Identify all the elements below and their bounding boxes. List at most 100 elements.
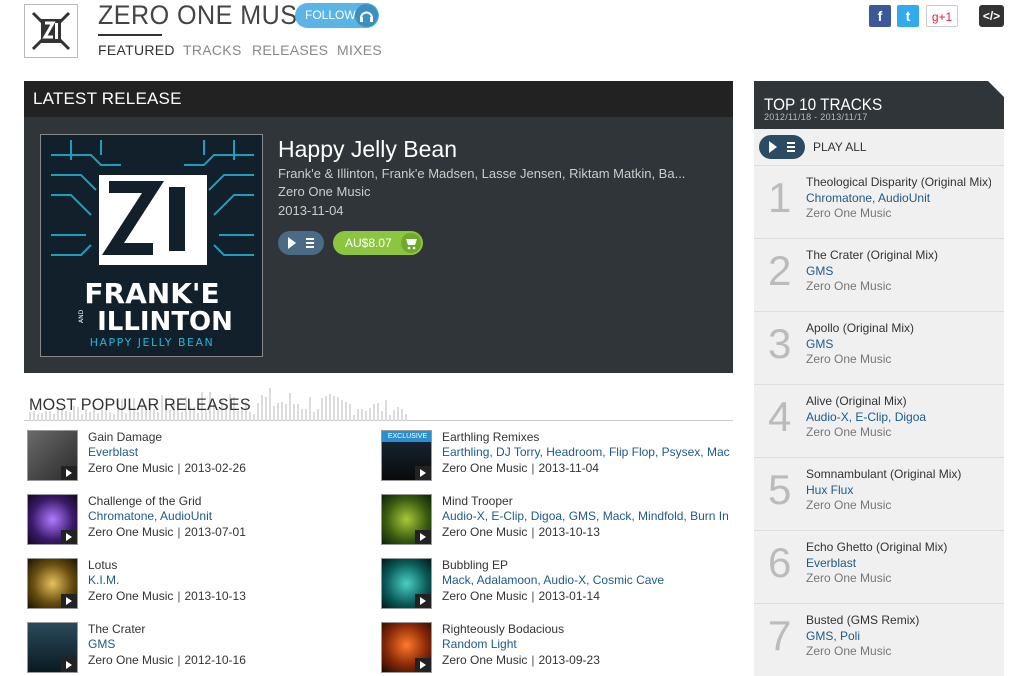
release-title[interactable]: Challenge of the Grid — [88, 494, 201, 508]
release-title[interactable]: Gain Damage — [88, 430, 162, 444]
release-date: 2013-09-23 — [538, 653, 600, 667]
play-queue-button[interactable] — [278, 231, 324, 255]
track-label[interactable]: Zero One Music — [806, 206, 891, 220]
release-artists[interactable]: Chromatone, AudioUnit — [88, 509, 378, 523]
track-label[interactable]: Zero One Music — [806, 644, 891, 658]
tab-releases[interactable]: RELEASES — [252, 42, 328, 58]
release-meta: Zero One Music | 2013-02-26 — [88, 461, 246, 475]
corner-fold-icon — [988, 81, 1004, 97]
play-icon[interactable] — [61, 466, 77, 480]
table-row[interactable]: 3 Apollo (Original Mix) GMS Zero One Mus… — [754, 312, 1004, 385]
track-title[interactable]: The Crater (Original Mix) — [806, 248, 991, 262]
label-logo[interactable] — [24, 4, 78, 58]
release-thumbnail[interactable] — [381, 494, 432, 545]
play-icon[interactable] — [61, 658, 77, 672]
release-artists[interactable]: Everblast — [88, 445, 378, 459]
latest-release-cover[interactable]: FRANK'E ILLINTON AND HAPPY JELLY BEAN — [40, 134, 263, 357]
table-row[interactable]: 6 Echo Ghetto (Original Mix) Everblast Z… — [754, 531, 1004, 604]
release-label[interactable]: Zero One Music — [442, 461, 527, 475]
track-rank: 7 — [768, 612, 792, 659]
track-title[interactable]: Apollo (Original Mix) — [806, 321, 991, 335]
release-artists[interactable]: Earthling, DJ Torry, Headroom, Flip Flop… — [442, 445, 732, 459]
track-artists[interactable]: Hux Flux — [806, 483, 853, 497]
release-artists[interactable]: K.I.M. — [88, 573, 378, 587]
play-all-button[interactable] — [759, 135, 805, 159]
play-icon[interactable] — [415, 466, 431, 480]
track-title[interactable]: Echo Ghetto (Original Mix) — [806, 540, 991, 554]
list-item[interactable]: Mind Trooper Audio-X, E-Clip, Digoa, GMS… — [378, 494, 729, 550]
facebook-icon[interactable]: f — [869, 5, 891, 27]
track-title[interactable]: Alive (Original Mix) — [806, 394, 991, 408]
release-thumbnail[interactable] — [27, 558, 78, 609]
twitter-icon[interactable]: t — [897, 5, 919, 27]
embed-icon[interactable]: </> — [979, 5, 1004, 27]
track-artists[interactable]: Audio-X, E-Clip, Digoa — [806, 410, 926, 424]
release-label[interactable]: Zero One Music — [88, 461, 173, 475]
release-label[interactable]: Zero One Music — [88, 589, 173, 603]
google-plus-icon[interactable]: g+1 — [926, 5, 958, 27]
release-title[interactable]: Earthling Remixes — [442, 430, 539, 444]
play-icon[interactable] — [415, 530, 431, 544]
latest-release-title[interactable]: Happy Jelly Bean — [278, 136, 457, 163]
list-item[interactable]: Challenge of the Grid Chromatone, AudioU… — [24, 494, 374, 550]
release-artists[interactable]: Mack, Adalamoon, Audio-X, Cosmic Cave — [442, 573, 732, 587]
track-artists[interactable]: GMS — [806, 337, 833, 351]
play-icon[interactable] — [415, 658, 431, 672]
track-artists[interactable]: Chromatone, AudioUnit — [806, 191, 930, 205]
release-title[interactable]: Bubbling EP — [442, 558, 508, 572]
release-label[interactable]: Zero One Music — [442, 653, 527, 667]
tab-tracks[interactable]: TRACKS — [183, 42, 242, 58]
release-label[interactable]: Zero One Music — [442, 589, 527, 603]
list-item[interactable]: EXCLUSIVE Earthling Remixes Earthling, D… — [378, 430, 730, 486]
play-icon[interactable] — [415, 594, 431, 608]
release-label[interactable]: Zero One Music — [442, 525, 527, 539]
track-title[interactable]: Theological Disparity (Original Mix) — [806, 175, 991, 189]
release-thumbnail[interactable]: EXCLUSIVE — [381, 430, 432, 481]
track-label[interactable]: Zero One Music — [806, 352, 891, 366]
track-title[interactable]: Somnambulant (Original Mix) — [806, 467, 991, 481]
tab-mixes[interactable]: MIXES — [337, 42, 382, 58]
follow-button[interactable]: FOLLOW — [295, 3, 379, 28]
track-label[interactable]: Zero One Music — [806, 498, 891, 512]
release-title[interactable]: Mind Trooper — [442, 494, 513, 508]
list-item[interactable]: Righteously Bodacious Random Light Zero … — [378, 622, 728, 676]
latest-release-label[interactable]: Zero One Music — [278, 184, 370, 199]
latest-release-artists[interactable]: Frank'e & Illinton, Frank'e Madsen, Lass… — [278, 166, 718, 181]
release-title[interactable]: Righteously Bodacious — [442, 622, 564, 636]
release-thumbnail[interactable] — [381, 622, 432, 673]
buy-price-button[interactable]: AU$8.07 — [333, 231, 423, 255]
cover-artist-text: FRANK'E — [84, 277, 219, 310]
list-item[interactable]: Gain Damage Everblast Zero One Music | 201… — [24, 430, 374, 486]
play-icon[interactable] — [61, 530, 77, 544]
track-artists[interactable]: Everblast — [806, 556, 856, 570]
track-label[interactable]: Zero One Music — [806, 279, 891, 293]
track-rank: 6 — [768, 539, 792, 586]
track-title[interactable]: Busted (GMS Remix) — [806, 613, 991, 627]
tab-featured[interactable]: FEATURED — [98, 34, 175, 58]
table-row[interactable]: 1 Theological Disparity (Original Mix) C… — [754, 166, 1004, 239]
release-thumbnail[interactable] — [27, 494, 78, 545]
play-icon[interactable] — [61, 594, 77, 608]
track-label[interactable]: Zero One Music — [806, 571, 891, 585]
list-item[interactable]: Lotus K.I.M. Zero One Music | 2013-10-13 — [24, 558, 374, 614]
list-item[interactable]: Bubbling EP Mack, Adalamoon, Audio-X, Co… — [378, 558, 728, 614]
play-all-label[interactable]: PLAY ALL — [813, 140, 867, 154]
table-row[interactable]: 4 Alive (Original Mix) Audio-X, E-Clip, … — [754, 385, 1004, 458]
track-artists[interactable]: GMS, Poli — [806, 629, 860, 643]
table-row[interactable]: 7 Busted (GMS Remix) GMS, Poli Zero One … — [754, 604, 1004, 676]
release-artists[interactable]: Random Light — [442, 637, 732, 651]
track-label[interactable]: Zero One Music — [806, 425, 891, 439]
release-label[interactable]: Zero One Music — [88, 653, 173, 667]
release-thumbnail[interactable] — [27, 430, 78, 481]
release-artists[interactable]: GMS — [88, 637, 378, 651]
release-title[interactable]: The Crater — [88, 622, 145, 636]
release-thumbnail[interactable] — [27, 622, 78, 673]
list-item[interactable]: The Crater GMS Zero One Music | 2012-10-16 — [24, 622, 374, 676]
release-title[interactable]: Lotus — [88, 558, 117, 572]
table-row[interactable]: 5 Somnambulant (Original Mix) Hux Flux Z… — [754, 458, 1004, 531]
track-artists[interactable]: GMS — [806, 264, 833, 278]
release-thumbnail[interactable] — [381, 558, 432, 609]
release-artists[interactable]: Audio-X, E-Clip, Digoa, GMS, Mack, Mindf… — [442, 509, 732, 523]
release-label[interactable]: Zero One Music — [88, 525, 173, 539]
table-row[interactable]: 2 The Crater (Original Mix) GMS Zero One… — [754, 239, 1004, 312]
